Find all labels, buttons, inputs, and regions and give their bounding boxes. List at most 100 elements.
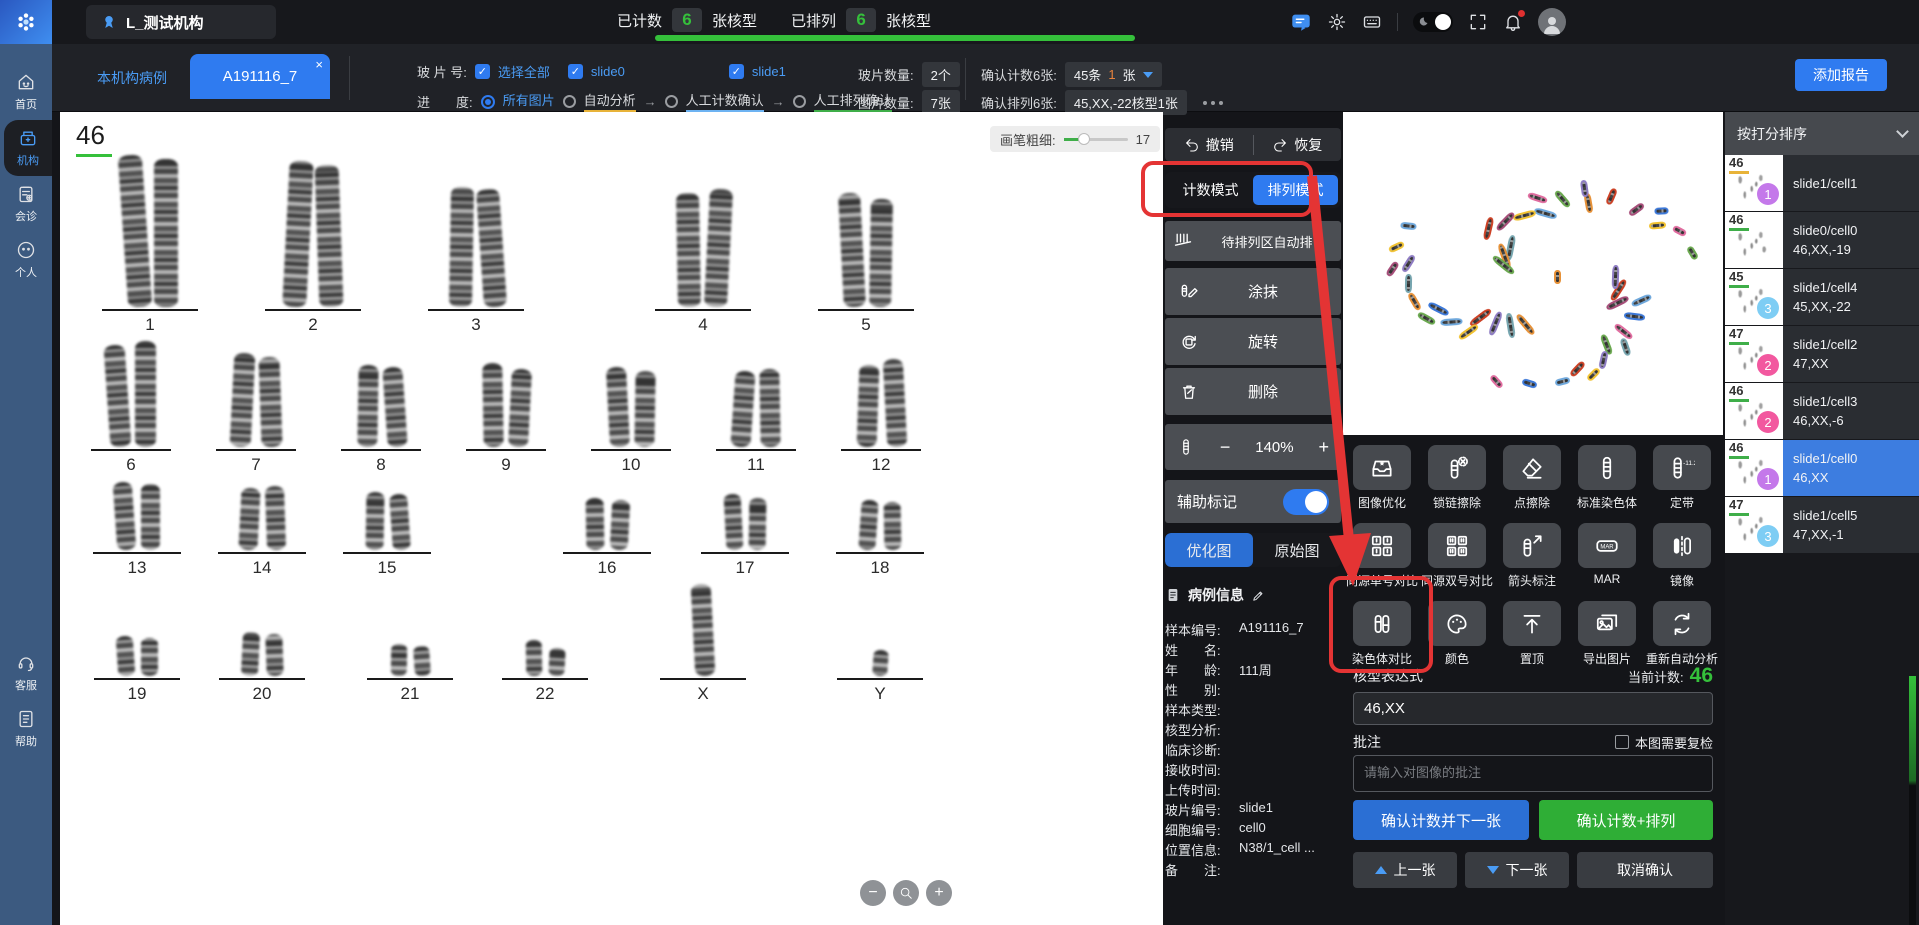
zoom-in-button[interactable]: + — [926, 880, 952, 906]
chromosome[interactable] — [605, 366, 630, 448]
slide1-checkbox[interactable]: ✓ — [728, 64, 744, 79]
karyotype-group-12[interactable]: 12 — [841, 335, 921, 475]
confirm-count-dropdown[interactable]: 45条 1 张 — [1064, 62, 1162, 87]
sidebar-item-home[interactable]: 首页 — [0, 64, 52, 120]
karyotype-group-Y[interactable]: Y — [837, 578, 923, 704]
chromosome[interactable] — [117, 154, 152, 308]
chromosome[interactable] — [857, 499, 879, 551]
image-optimize-button[interactable] — [1353, 445, 1411, 490]
mirror-button[interactable] — [1653, 523, 1711, 568]
chromosome[interactable] — [257, 356, 283, 448]
user-avatar[interactable] — [1538, 8, 1566, 36]
chromosome[interactable] — [140, 484, 160, 550]
chromosome[interactable] — [856, 364, 879, 448]
chromosome[interactable] — [609, 499, 630, 551]
cell-thumbnail[interactable]: 46 1 — [1725, 440, 1783, 496]
chromosome[interactable] — [381, 366, 408, 448]
standard-chromosome-button[interactable] — [1578, 445, 1636, 490]
karyotype-group-X[interactable]: X — [660, 578, 746, 704]
chromosome[interactable] — [448, 186, 474, 308]
slider-knob[interactable] — [1077, 132, 1090, 145]
cell-list-item-slide1-cell1[interactable]: 46 1 slide1/cell1 — [1725, 155, 1919, 211]
karyotype-canvas[interactable]: 46 画笔粗细: 17 1 2 3 4 5 6 7 8 9 10 11 12 13 14 15 16 17 18 1… — [60, 112, 1163, 925]
mar-button[interactable]: MAR — [1578, 523, 1636, 568]
karyotype-group-15[interactable]: 15 — [343, 472, 431, 578]
slide0-checkbox[interactable]: ✓ — [567, 64, 583, 79]
karyotype-group-21[interactable]: 21 — [367, 578, 453, 704]
chromosome[interactable] — [883, 501, 901, 551]
karyotype-group-4[interactable]: 4 — [655, 142, 751, 335]
chromosome[interactable] — [868, 198, 893, 308]
chromosome[interactable] — [356, 364, 379, 448]
sidebar-item-help[interactable]: 帮助 — [0, 701, 52, 757]
chromosome[interactable] — [882, 358, 907, 448]
karyotype-group-7[interactable]: 7 — [216, 335, 296, 475]
redo-button[interactable]: 恢复 — [1254, 135, 1342, 155]
edit-pencil-icon[interactable] — [1251, 588, 1266, 603]
next-button[interactable]: 下一张 — [1465, 852, 1569, 888]
chromosome[interactable] — [264, 485, 286, 551]
tab-close-icon[interactable]: × — [315, 57, 323, 72]
chromosome[interactable] — [140, 638, 158, 676]
karyotype-group-2[interactable]: 2 — [265, 142, 361, 335]
cell-list-item-slide1-cell4[interactable]: 45 3 slide1/cell4 45,XX,-22 — [1725, 269, 1919, 325]
notification-bell[interactable] — [1503, 10, 1525, 32]
sidebar-item-consult[interactable]: 会诊 — [0, 176, 52, 232]
dot-erase-button[interactable] — [1503, 445, 1561, 490]
sidebar-item-service[interactable]: 客服 — [0, 645, 52, 701]
fullscreen-icon[interactable] — [1468, 12, 1488, 32]
cell-list-item-slide1-cell3[interactable]: 46 2 slide1/cell3 46,XX,-6 — [1725, 383, 1919, 439]
pin-top-button[interactable] — [1503, 601, 1561, 646]
karyotype-group-20[interactable]: 20 — [219, 578, 305, 704]
sidebar-item-org[interactable]: 机构 — [4, 120, 52, 176]
color-button[interactable] — [1428, 601, 1486, 646]
chromosome[interactable] — [481, 362, 504, 448]
chromosome[interactable] — [723, 493, 743, 551]
karyotype-group-5[interactable]: 5 — [818, 142, 914, 335]
chromosome[interactable] — [229, 352, 255, 448]
chromosome[interactable] — [237, 487, 261, 551]
tab-org-cases[interactable]: 本机构病例 — [97, 68, 167, 88]
karyotype-group-10[interactable]: 10 — [591, 335, 671, 475]
cell-thumbnail[interactable]: 47 2 — [1725, 326, 1783, 382]
zoom-minus-button[interactable]: − — [1220, 437, 1231, 458]
sort-dropdown[interactable]: 按打分排序 — [1725, 112, 1919, 155]
chromosome[interactable] — [102, 344, 132, 448]
chromosome[interactable] — [547, 647, 566, 677]
chromosome[interactable] — [633, 370, 656, 448]
cell-thumbnail[interactable]: 45 3 — [1725, 269, 1783, 325]
chromosome[interactable] — [690, 583, 716, 677]
band-position-button[interactable]: -11.2 — [1653, 445, 1711, 490]
cell-list-item-slide1-cell2[interactable]: 47 2 slide1/cell2 47,XX — [1725, 326, 1919, 382]
optimized-view-button[interactable]: 优化图 — [1165, 533, 1253, 567]
magnifier-button[interactable] — [893, 880, 919, 906]
recheck-checkbox[interactable] — [1614, 735, 1629, 749]
tab-case-active[interactable]: A191116_7 × — [190, 54, 330, 99]
arrange-mode-button[interactable]: 排列模式 — [1253, 175, 1338, 205]
add-report-button[interactable]: 添加报告 — [1795, 59, 1887, 91]
karyotype-group-6[interactable]: 6 — [91, 335, 171, 475]
chromosome[interactable] — [240, 631, 260, 677]
app-logo-icon[interactable] — [0, 0, 52, 44]
cell-list-item-slide0-cell0[interactable]: 46 slide0/cell0 46,XX,-19 — [1725, 212, 1919, 268]
cell-thumbnail[interactable]: 46 — [1725, 212, 1783, 268]
chromosome[interactable] — [871, 649, 889, 677]
chromosome[interactable] — [134, 341, 156, 447]
chromosome[interactable] — [703, 188, 733, 308]
chromosome[interactable] — [748, 497, 766, 551]
select-all-checkbox[interactable]: ✓ — [474, 64, 490, 79]
homolog-double-compare-button[interactable] — [1428, 523, 1486, 568]
brush-slider[interactable] — [1063, 132, 1128, 145]
slide1-label[interactable]: slide1 — [752, 64, 786, 79]
chromosome[interactable] — [729, 370, 756, 448]
chromosome[interactable] — [585, 497, 604, 551]
auto-arrange-button[interactable]: 待排列区自动排 — [1165, 221, 1341, 261]
chromosome[interactable] — [475, 188, 507, 308]
assist-toggle[interactable] — [1283, 488, 1329, 515]
karyotype-group-13[interactable]: 13 — [93, 472, 181, 578]
karyotype-group-11[interactable]: 11 — [716, 335, 796, 475]
step-arrange-radio[interactable] — [792, 95, 806, 108]
prev-button[interactable]: 上一张 — [1353, 852, 1457, 888]
note-input[interactable] — [1353, 755, 1713, 792]
chromosome[interactable] — [388, 493, 411, 551]
